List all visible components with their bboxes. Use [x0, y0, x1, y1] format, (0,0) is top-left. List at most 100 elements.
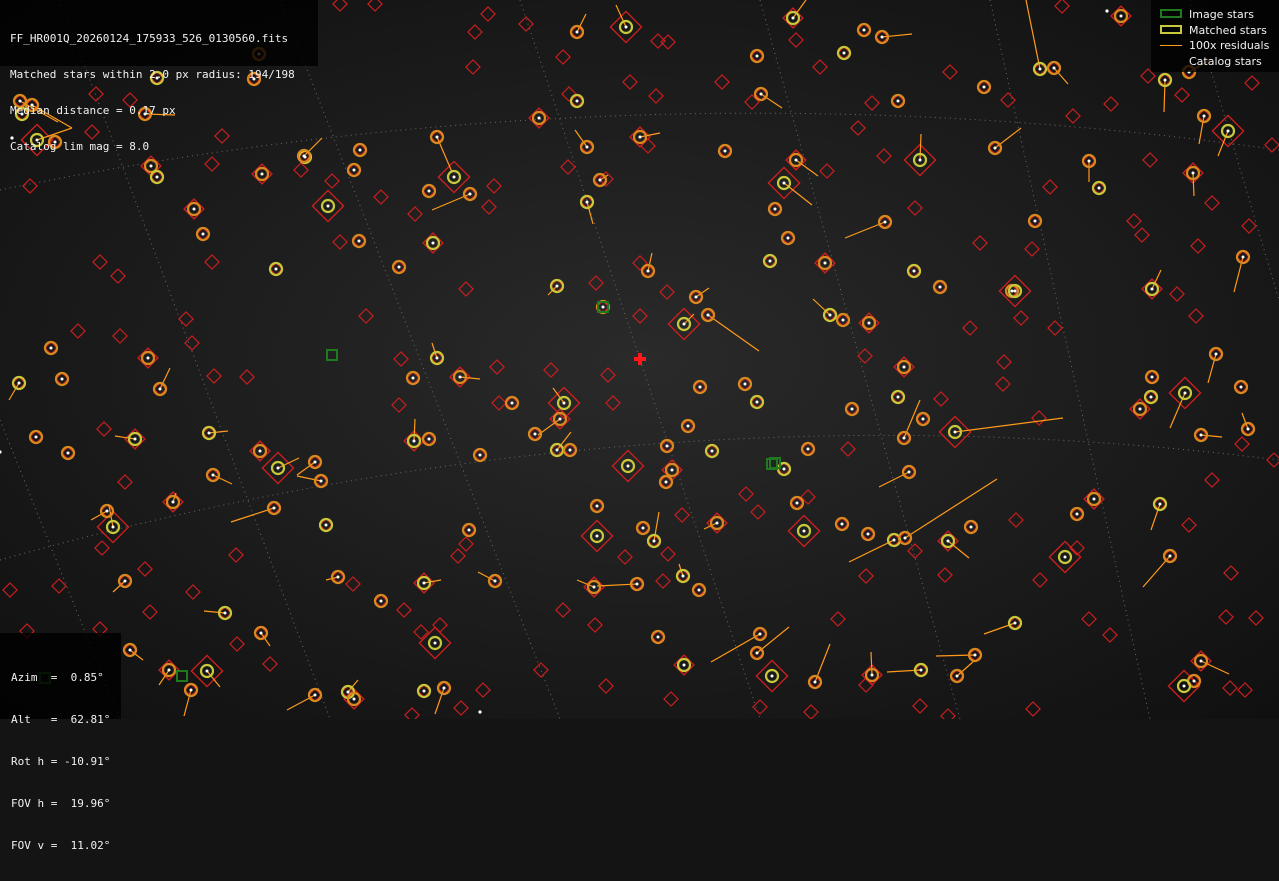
star-point — [601, 305, 605, 309]
star-point — [568, 448, 572, 452]
star-point — [105, 509, 109, 513]
star-point — [128, 648, 132, 652]
star-point — [782, 181, 786, 185]
star-point — [802, 529, 806, 533]
star-point — [555, 448, 559, 452]
star-point — [510, 401, 514, 405]
star-point — [823, 261, 827, 265]
star-point — [123, 579, 127, 583]
star-point — [710, 449, 714, 453]
star-point — [694, 295, 698, 299]
star-point — [412, 439, 416, 443]
star-point — [665, 444, 669, 448]
star-point — [635, 582, 639, 586]
star-point — [1192, 679, 1196, 683]
star-point — [697, 588, 701, 592]
star-point — [111, 525, 115, 529]
star-point — [223, 611, 227, 615]
star-point — [326, 204, 330, 208]
star-point — [595, 534, 599, 538]
star-point — [272, 506, 276, 510]
star-point — [319, 479, 323, 483]
star-point — [1199, 659, 1203, 663]
star-point — [1150, 375, 1154, 379]
star-point — [840, 522, 844, 526]
star-point — [276, 466, 280, 470]
star-point — [1158, 502, 1162, 506]
star-point — [828, 313, 832, 317]
star-point — [715, 521, 719, 525]
star-point — [1105, 9, 1109, 13]
rotation-text: Rot h = -10.91° — [11, 755, 111, 768]
legend: Image stars Matched stars 100x residuals… — [1151, 0, 1279, 72]
star-point — [17, 381, 21, 385]
star-point — [1246, 427, 1250, 431]
star-point — [850, 407, 854, 411]
star-point — [921, 417, 925, 421]
star-point — [912, 269, 916, 273]
star-point — [969, 525, 973, 529]
legend-label: 100x residuals — [1189, 39, 1270, 52]
legend-swatch — [1160, 45, 1182, 46]
star-point — [313, 693, 317, 697]
star-point — [313, 460, 317, 464]
star-point — [870, 673, 874, 677]
star-point — [422, 689, 426, 693]
fov-vertical-text: FOV v = 11.02° — [11, 839, 111, 852]
star-point — [1199, 433, 1203, 437]
star-point — [452, 175, 456, 179]
star-point — [982, 85, 986, 89]
star-point — [706, 313, 710, 317]
star-point — [670, 468, 674, 472]
star-point — [1075, 512, 1079, 516]
star-point — [638, 135, 642, 139]
star-point — [896, 99, 900, 103]
star-point — [880, 35, 884, 39]
legend-item-image-stars: Image stars — [1151, 7, 1279, 23]
star-point — [352, 697, 356, 701]
star-point — [907, 470, 911, 474]
star-point — [357, 239, 361, 243]
star-point — [346, 690, 350, 694]
star-point — [1191, 171, 1195, 175]
star-point — [768, 259, 772, 263]
star-point — [171, 500, 175, 504]
star-point — [189, 688, 193, 692]
star-point — [755, 651, 759, 655]
star-point — [192, 207, 196, 211]
star-point — [435, 356, 439, 360]
star-point — [537, 116, 541, 120]
azimuth-text: Azim = 0.85° — [11, 671, 104, 684]
star-point — [427, 189, 431, 193]
star-point — [681, 574, 685, 578]
star-point — [862, 28, 866, 32]
star-point — [1013, 621, 1017, 625]
star-point — [1226, 129, 1230, 133]
star-point — [867, 321, 871, 325]
star-point — [555, 284, 559, 288]
catalog-limit-text: Catalog lim mag = 8.0 — [10, 140, 150, 153]
filename-text: FF_HR001Q_20260124_175933_526_0130560.fi… — [10, 32, 289, 45]
star-point — [686, 424, 690, 428]
star-point — [1097, 186, 1101, 190]
star-point — [201, 232, 205, 236]
star-point — [336, 575, 340, 579]
star-point — [641, 526, 645, 530]
star-point — [205, 669, 209, 673]
star-point — [682, 663, 686, 667]
star-point — [806, 447, 810, 451]
star-point — [324, 523, 328, 527]
star-point — [1010, 289, 1014, 293]
star-point — [478, 710, 482, 714]
star-point — [903, 536, 907, 540]
star-point — [427, 437, 431, 441]
star-point — [953, 430, 957, 434]
star-point — [723, 149, 727, 153]
star-point — [682, 322, 686, 326]
star-point — [664, 480, 668, 484]
star-point — [773, 207, 777, 211]
star-point — [786, 236, 790, 240]
star-point — [49, 346, 53, 350]
star-point — [1052, 66, 1056, 70]
star-point — [442, 686, 446, 690]
